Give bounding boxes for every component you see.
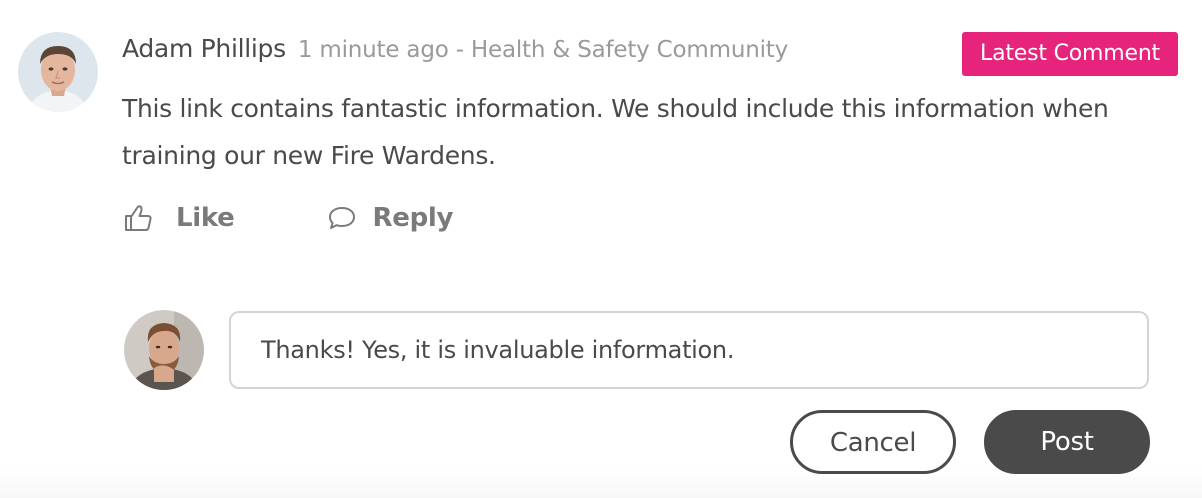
latest-comment-badge: Latest Comment bbox=[962, 32, 1178, 76]
comment-actions: Like Reply bbox=[122, 196, 453, 240]
like-label: Like bbox=[176, 203, 235, 233]
comment-header: Adam Phillips 1 minute ago - Health & Sa… bbox=[122, 34, 788, 68]
reply-button[interactable]: Reply bbox=[327, 203, 454, 233]
current-user-avatar bbox=[124, 310, 204, 390]
author-avatar[interactable] bbox=[18, 32, 98, 112]
comment-body: This link contains fantastic information… bbox=[122, 94, 1109, 170]
reply-label: Reply bbox=[372, 203, 454, 233]
thumbs-up-icon bbox=[122, 202, 154, 234]
speech-bubble-icon bbox=[327, 204, 357, 232]
cancel-button[interactable]: Cancel bbox=[790, 410, 956, 474]
comment-meta: 1 minute ago - Health & Safety Community bbox=[297, 37, 788, 63]
like-button[interactable]: Like bbox=[122, 202, 235, 234]
author-name[interactable]: Adam Phillips bbox=[122, 34, 286, 63]
post-button[interactable]: Post bbox=[984, 410, 1150, 474]
reply-input[interactable] bbox=[229, 311, 1149, 389]
